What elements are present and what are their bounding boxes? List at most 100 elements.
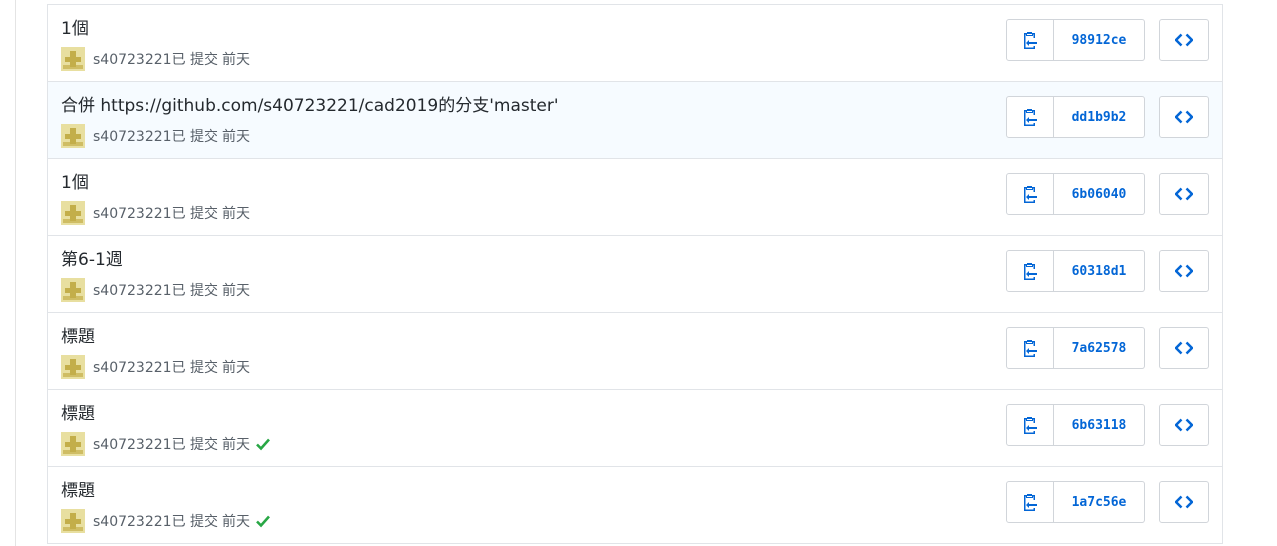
commit-author[interactable]: s40723221已 提交 [93, 126, 218, 146]
commit-meta: s40723221已 提交 前天 [61, 201, 250, 225]
clipboard-icon [1024, 417, 1037, 434]
commit-time: 前天 [222, 129, 251, 145]
commit-time: 前天 [222, 52, 251, 68]
avatar[interactable] [61, 47, 85, 71]
commit-list: 1個 s40723221已 提交 前天 98912ce 合併 https://g… [47, 4, 1223, 544]
clipboard-icon [1024, 109, 1037, 126]
commit-sha-link[interactable]: 60318d1 [1054, 250, 1145, 292]
clipboard-icon [1024, 494, 1037, 511]
code-icon [1175, 110, 1193, 124]
avatar[interactable] [61, 509, 85, 533]
commit-row: 1個 s40723221已 提交 前天 98912ce [48, 5, 1222, 82]
code-icon [1175, 264, 1193, 278]
author-name[interactable]: s40723221 [93, 360, 172, 376]
commit-author[interactable]: s40723221已 提交 [93, 49, 218, 69]
commit-title-link[interactable]: 標題 [61, 403, 95, 425]
browse-files-button[interactable] [1159, 173, 1209, 215]
author-name[interactable]: s40723221 [93, 514, 172, 530]
browse-files-button[interactable] [1159, 404, 1209, 446]
commit-meta: s40723221已 提交 前天 [61, 432, 271, 456]
commit-sha-link[interactable]: 98912ce [1054, 19, 1145, 61]
sha-button-group: 7a62578 [1006, 327, 1145, 369]
avatar[interactable] [61, 432, 85, 456]
commit-action-text: 已 提交 [171, 52, 219, 68]
author-name[interactable]: s40723221 [93, 206, 172, 222]
commit-meta: s40723221已 提交 前天 [61, 124, 250, 148]
commit-sha-link[interactable]: 6b63118 [1054, 404, 1145, 446]
code-icon [1175, 33, 1193, 47]
commit-row: 標題 s40723221已 提交 前天 1a7c56e [48, 467, 1222, 544]
commit-action-text: 已 提交 [171, 206, 219, 222]
commit-row: 合併 https://github.com/s40723221/cad2019的… [48, 82, 1222, 159]
avatar[interactable] [61, 124, 85, 148]
commit-sha-link[interactable]: 7a62578 [1054, 327, 1145, 369]
avatar[interactable] [61, 355, 85, 379]
commit-author[interactable]: s40723221已 提交 [93, 203, 218, 223]
check-icon[interactable] [255, 513, 271, 529]
browse-files-button[interactable] [1159, 481, 1209, 523]
commit-action-text: 已 提交 [171, 283, 219, 299]
commit-title-link[interactable]: 標題 [61, 480, 95, 502]
code-icon [1175, 418, 1193, 432]
browse-files-button[interactable] [1159, 250, 1209, 292]
clipboard-icon [1024, 32, 1037, 49]
author-name[interactable]: s40723221 [93, 129, 172, 145]
commit-sha-link[interactable]: dd1b9b2 [1054, 96, 1145, 138]
code-icon [1175, 341, 1193, 355]
commit-meta: s40723221已 提交 前天 [61, 47, 250, 71]
commit-title-link[interactable]: 標題 [61, 326, 95, 348]
avatar[interactable] [61, 278, 85, 302]
commit-title-link[interactable]: 1個 [61, 172, 89, 194]
commit-author[interactable]: s40723221已 提交 [93, 357, 218, 377]
commit-action-text: 已 提交 [171, 437, 219, 453]
page-left-border [15, 0, 16, 546]
commit-title-link[interactable]: 1個 [61, 18, 89, 40]
commit-time: 前天 [222, 514, 251, 530]
commit-action-text: 已 提交 [171, 129, 219, 145]
commit-author[interactable]: s40723221已 提交 [93, 511, 218, 531]
clipboard-icon [1024, 340, 1037, 357]
code-icon [1175, 187, 1193, 201]
copy-sha-button[interactable] [1006, 404, 1054, 446]
copy-sha-button[interactable] [1006, 173, 1054, 215]
author-name[interactable]: s40723221 [93, 437, 172, 453]
copy-sha-button[interactable] [1006, 19, 1054, 61]
sha-button-group: 60318d1 [1006, 250, 1145, 292]
copy-sha-button[interactable] [1006, 250, 1054, 292]
sha-button-group: dd1b9b2 [1006, 96, 1145, 138]
commit-time: 前天 [222, 360, 251, 376]
commit-sha-link[interactable]: 6b06040 [1054, 173, 1145, 215]
clipboard-icon [1024, 186, 1037, 203]
commit-time: 前天 [222, 283, 251, 299]
commit-author[interactable]: s40723221已 提交 [93, 280, 218, 300]
commit-time: 前天 [222, 437, 251, 453]
sha-button-group: 98912ce [1006, 19, 1145, 61]
commit-meta: s40723221已 提交 前天 [61, 509, 271, 533]
commit-action-text: 已 提交 [171, 514, 219, 530]
commit-time: 前天 [222, 206, 251, 222]
check-icon[interactable] [255, 436, 271, 452]
author-name[interactable]: s40723221 [93, 283, 172, 299]
copy-sha-button[interactable] [1006, 481, 1054, 523]
browse-files-button[interactable] [1159, 327, 1209, 369]
commit-meta: s40723221已 提交 前天 [61, 355, 250, 379]
commit-row: 第6-1週 s40723221已 提交 前天 60318d1 [48, 236, 1222, 313]
sha-button-group: 6b63118 [1006, 404, 1145, 446]
avatar[interactable] [61, 201, 85, 225]
commit-action-text: 已 提交 [171, 360, 219, 376]
copy-sha-button[interactable] [1006, 327, 1054, 369]
sha-button-group: 6b06040 [1006, 173, 1145, 215]
commit-author[interactable]: s40723221已 提交 [93, 434, 218, 454]
commit-meta: s40723221已 提交 前天 [61, 278, 250, 302]
author-name[interactable]: s40723221 [93, 52, 172, 68]
copy-sha-button[interactable] [1006, 96, 1054, 138]
commit-sha-link[interactable]: 1a7c56e [1054, 481, 1145, 523]
commit-title-link[interactable]: 第6-1週 [61, 249, 123, 271]
commit-row: 標題 s40723221已 提交 前天 6b63118 [48, 390, 1222, 467]
browse-files-button[interactable] [1159, 19, 1209, 61]
code-icon [1175, 495, 1193, 509]
browse-files-button[interactable] [1159, 96, 1209, 138]
commit-row: 1個 s40723221已 提交 前天 6b06040 [48, 159, 1222, 236]
commit-title-link[interactable]: 合併 https://github.com/s40723221/cad2019的… [61, 95, 559, 117]
commit-row: 標題 s40723221已 提交 前天 7a62578 [48, 313, 1222, 390]
